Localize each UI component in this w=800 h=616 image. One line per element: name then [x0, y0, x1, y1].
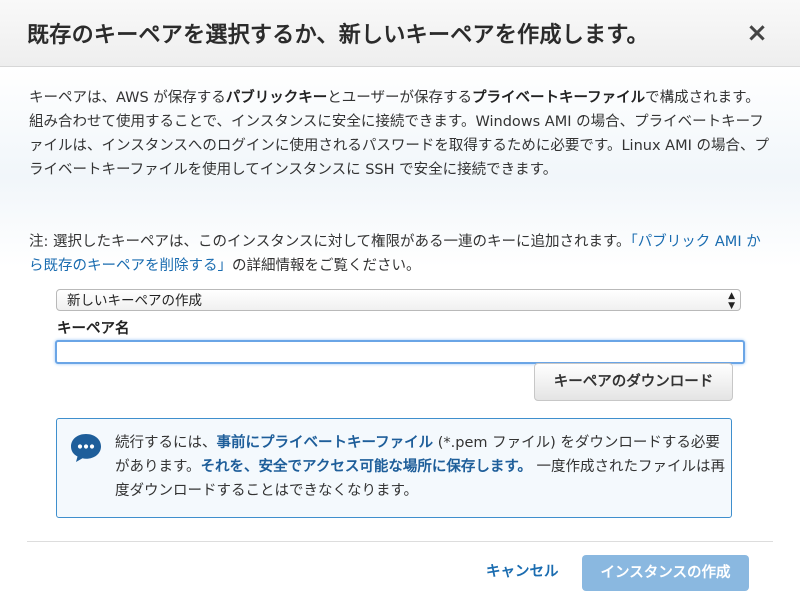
keypair-select-value: 新しいキーペアの作成: [67, 293, 202, 309]
note-prefix: 注: 選択したキーペアは、このインスタンスに対して権限がある一連のキーに追加され…: [29, 234, 631, 250]
footer-divider: [27, 541, 773, 542]
select-arrows-icon: ▲ ▼: [728, 290, 735, 311]
download-keypair-button[interactable]: キーペアのダウンロード: [534, 363, 733, 401]
keypair-name-input[interactable]: [55, 340, 745, 364]
close-icon[interactable]: ×: [744, 20, 770, 46]
keypair-select[interactable]: 新しいキーペアの作成 ▲ ▼: [56, 289, 741, 311]
arrow-up-icon: ▲: [728, 291, 735, 301]
intro-private-key-file: プライベートキーファイル: [472, 90, 646, 106]
arrow-down-icon: ▼: [728, 301, 735, 311]
note-suffix: の詳細情報をご覧ください。: [232, 258, 421, 274]
chat-bubble-icon: [71, 434, 101, 462]
intro-paragraph: キーペアは、AWS が保存するパブリックキーとユーザーが保存するプライベートキー…: [29, 86, 774, 182]
info-box: 続行するには、事前にプライベートキーファイル (*.pem ファイル) をダウン…: [56, 418, 732, 518]
intro-public-key: パブリックキー: [225, 90, 328, 106]
dialog-title: 既存のキーペアを選択するか、新しいキーペアを作成します。: [27, 23, 649, 48]
launch-instance-button[interactable]: インスタンスの作成: [582, 555, 749, 591]
info-text-1: 続行するには、: [115, 435, 217, 451]
info-bold-2: それを、安全でアクセス可能な場所に保存します。: [200, 459, 532, 475]
keypair-dialog: 既存のキーペアを選択するか、新しいキーペアを作成します。 × キーペアは、AWS…: [0, 0, 800, 616]
cancel-button[interactable]: キャンセル: [486, 555, 559, 589]
keypair-name-label: キーペア名: [57, 321, 130, 337]
note-paragraph: 注: 選択したキーペアは、このインスタンスに対して権限がある一連のキーに追加され…: [29, 230, 774, 278]
info-text: 続行するには、事前にプライベートキーファイル (*.pem ファイル) をダウン…: [115, 431, 727, 503]
intro-text-1: キーペアは、AWS が保存する: [29, 90, 226, 106]
dialog-header: 既存のキーペアを選択するか、新しいキーペアを作成します。 ×: [0, 0, 800, 67]
intro-text-2: とユーザーが保存する: [327, 90, 472, 106]
info-bold-1: 事前にプライベートキーファイル: [216, 435, 434, 451]
